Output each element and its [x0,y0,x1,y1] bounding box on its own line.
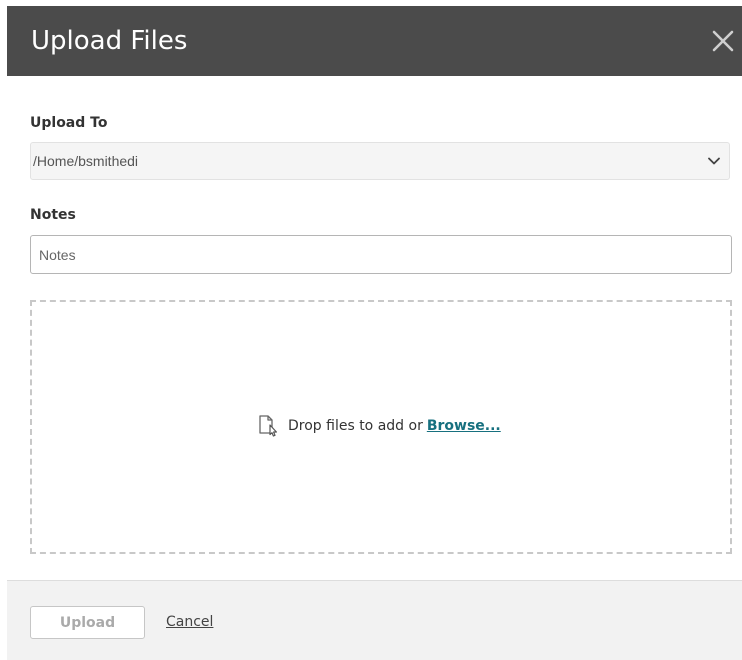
upload-to-selected-value: /Home/bsmithedi [33,153,139,169]
upload-to-select[interactable]: /Home/bsmithedi [30,142,730,180]
upload-button[interactable]: Upload [30,606,145,639]
close-icon [708,26,738,56]
upload-to-label: Upload To [30,115,108,131]
dialog-title: Upload Files [31,26,188,56]
cancel-link[interactable]: Cancel [166,613,213,631]
dialog-footer: Upload Cancel [7,581,742,660]
notes-input[interactable] [30,235,732,274]
close-button[interactable] [708,26,738,56]
chevron-down-icon [708,157,720,165]
file-upload-icon [256,414,280,438]
drop-zone-text: Drop files to add or [288,418,423,434]
dialog-header: Upload Files [7,6,742,76]
upload-files-dialog: Upload Files Upload To /Home/bsmithedi N… [0,0,742,660]
browse-link[interactable]: Browse... [427,418,501,434]
drop-zone-message: Drop files to add or Browse... [256,414,501,438]
notes-label: Notes [30,207,76,223]
file-drop-zone[interactable]: Drop files to add or Browse... [30,300,732,554]
